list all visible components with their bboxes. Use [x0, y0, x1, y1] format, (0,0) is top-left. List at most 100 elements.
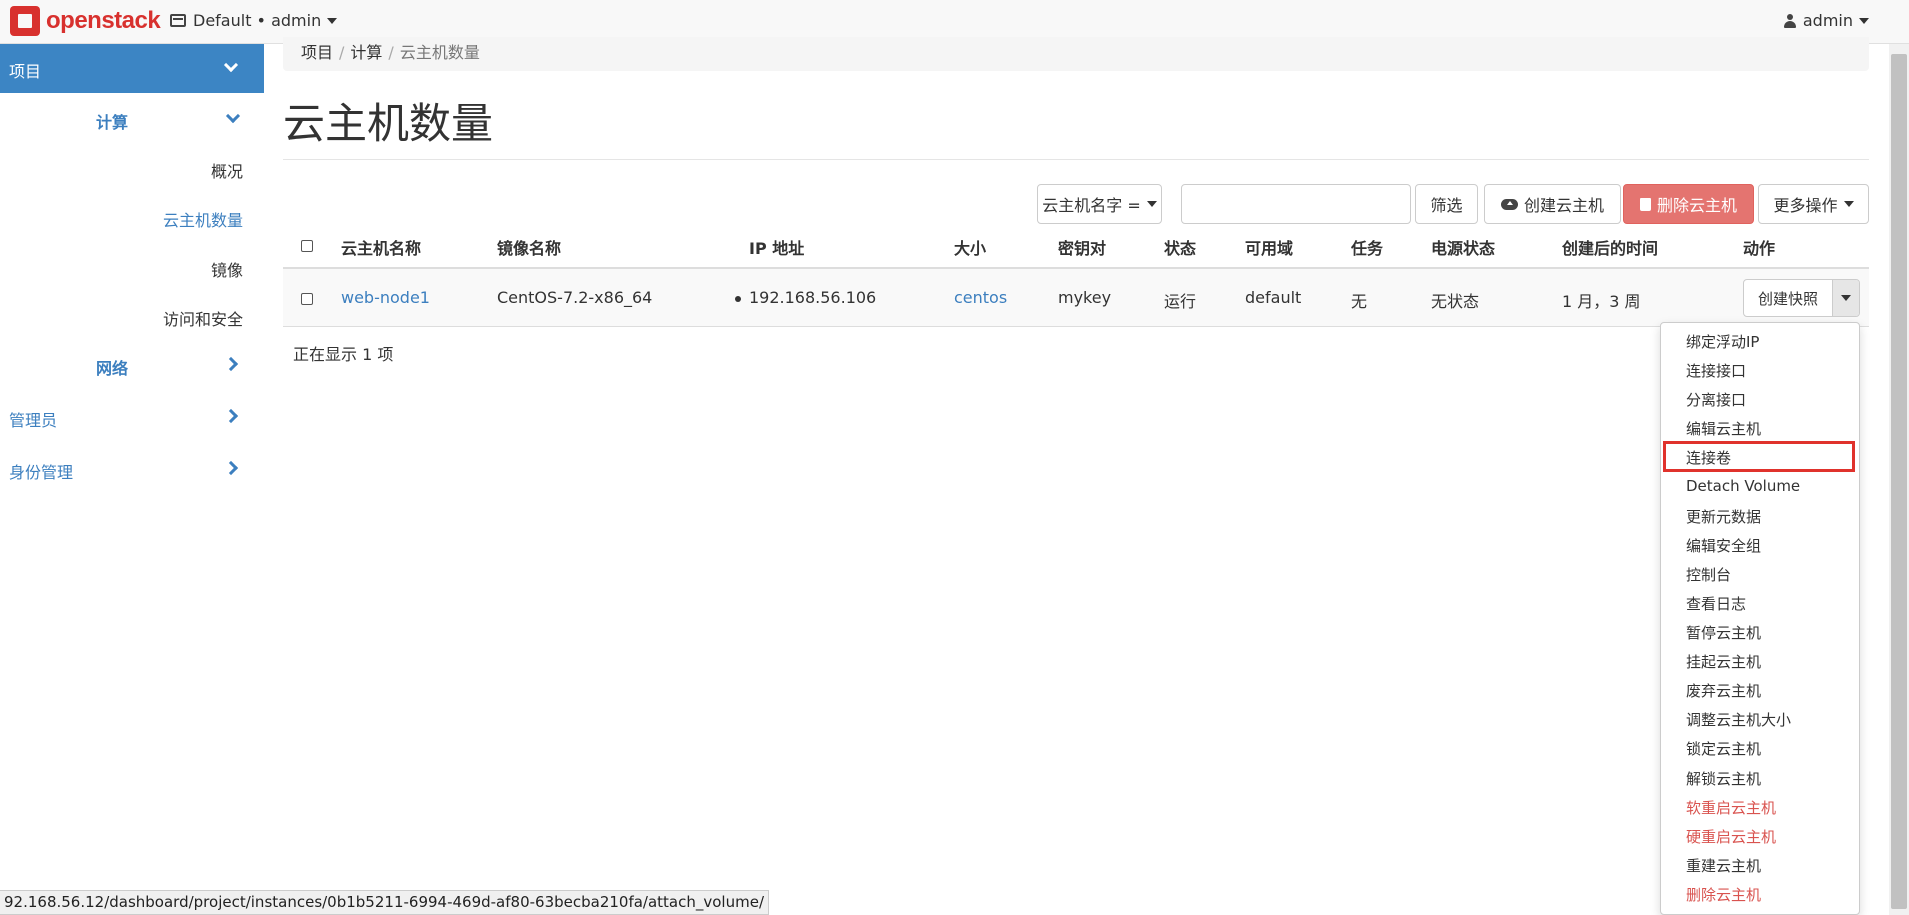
browser-status-url: 92.168.56.12/dashboard/project/instances…: [0, 890, 769, 915]
bullet-icon: [735, 295, 741, 302]
dropdown-menu-item[interactable]: 控制台: [1686, 564, 1731, 585]
title-divider: [283, 159, 1869, 160]
column-header-actions: 动作: [1743, 239, 1776, 258]
breadcrumb-current: 云主机数量: [399, 43, 480, 62]
delete-instances-button[interactable]: 删除云主机: [1623, 184, 1754, 224]
breadcrumb-item[interactable]: 计算: [350, 43, 382, 62]
project-picker-label: Default • admin: [193, 11, 322, 30]
instance-image: CentOS-7.2-x86_64: [497, 288, 653, 307]
instance-age: 1 月，3 周: [1562, 292, 1641, 311]
instance-power: 无状态: [1431, 292, 1480, 311]
sidebar-item-project[interactable]: 项目: [0, 44, 264, 93]
project-picker-dropdown[interactable]: Default • admin: [170, 11, 338, 30]
filter-field-select[interactable]: 云主机名字 =: [1037, 184, 1162, 224]
instance-task: 无: [1351, 292, 1368, 311]
column-header-status[interactable]: 状态: [1164, 235, 1196, 259]
more-actions-button[interactable]: 更多操作: [1758, 184, 1869, 224]
dropdown-menu-item[interactable]: 更新元数据: [1686, 506, 1761, 527]
dropdown-menu-item[interactable]: 解锁云主机: [1686, 768, 1761, 789]
dropdown-menu-item[interactable]: 分离接口: [1686, 389, 1746, 410]
user-menu-label: admin: [1802, 11, 1853, 30]
sidebar-item-images[interactable]: 镜像: [211, 257, 243, 281]
dropdown-menu-item[interactable]: 编辑安全组: [1686, 535, 1761, 556]
dropdown-menu-item[interactable]: 锁定云主机: [1686, 738, 1761, 759]
page-title: 云主机数量: [283, 99, 494, 148]
column-header-age[interactable]: 创建后的时间: [1562, 235, 1658, 259]
caret-down-icon: [327, 17, 338, 24]
dropdown-menu-item[interactable]: 废弃云主机: [1686, 680, 1761, 701]
column-header-ip[interactable]: IP 地址: [749, 235, 804, 259]
sidebar-item-overview[interactable]: 概况: [211, 158, 243, 182]
dropdown-menu-item[interactable]: 连接卷: [1686, 447, 1731, 468]
instance-keypair: mykey: [1058, 288, 1112, 307]
row-actions-split-button: 创建快照: [1743, 279, 1860, 317]
dropdown-menu-item[interactable]: 编辑云主机: [1686, 418, 1761, 439]
table-footer-count: 正在显示 1 项: [293, 345, 394, 364]
dropdown-menu-item[interactable]: 软重启云主机: [1686, 797, 1776, 818]
instance-status: 运行: [1164, 292, 1197, 311]
project-icon: [170, 14, 186, 27]
breadcrumb-item[interactable]: 项目: [301, 43, 333, 62]
column-header-power[interactable]: 电源状态: [1431, 235, 1495, 259]
delete-instances-label: 删除云主机: [1656, 196, 1737, 215]
select-all-checkbox[interactable]: [301, 240, 313, 252]
instance-az: default: [1245, 288, 1302, 307]
chevron-down-icon: [225, 108, 241, 124]
caret-down-icon: [1146, 201, 1157, 207]
row-actions-toggle[interactable]: [1833, 280, 1859, 316]
caret-down-icon: [1859, 17, 1869, 24]
filter-input[interactable]: [1181, 184, 1411, 224]
column-header-image[interactable]: 镜像名称: [497, 235, 561, 259]
chevron-down-icon: [223, 57, 239, 73]
dropdown-menu-item[interactable]: 硬重启云主机: [1686, 826, 1776, 847]
dropdown-menu-item[interactable]: 重建云主机: [1686, 855, 1761, 876]
dropdown-menu-item[interactable]: 绑定浮动IP: [1686, 331, 1759, 352]
row-checkbox[interactable]: [301, 293, 313, 305]
create-instance-button[interactable]: 创建云主机: [1484, 184, 1621, 224]
dropdown-menu-item[interactable]: 连接接口: [1686, 360, 1746, 381]
dropdown-menu-item[interactable]: 暂停云主机: [1686, 622, 1761, 643]
instance-size-link[interactable]: centos: [954, 288, 1007, 307]
sidebar-item-instances[interactable]: 云主机数量: [163, 207, 243, 231]
openstack-logo-icon: [10, 6, 40, 36]
dropdown-menu-item[interactable]: 查看日志: [1686, 593, 1746, 614]
caret-down-icon: [1843, 201, 1854, 207]
user-menu-dropdown[interactable]: admin: [1783, 11, 1869, 30]
sidebar-item-compute[interactable]: 计算: [96, 109, 128, 133]
filter-button[interactable]: 筛选: [1415, 184, 1478, 224]
instance-name-link[interactable]: web-node1: [341, 288, 430, 307]
sidebar-item-access-security[interactable]: 访问和安全: [163, 306, 243, 330]
chevron-right-icon: [223, 408, 239, 424]
sidebar-item-network[interactable]: 网络: [96, 355, 128, 379]
sidebar-item-admin[interactable]: 管理员: [9, 407, 57, 431]
create-instance-label: 创建云主机: [1523, 196, 1604, 215]
brand-logo-link[interactable]: openstack: [10, 6, 161, 36]
sidebar-item-identity[interactable]: 身份管理: [9, 459, 73, 483]
brand-text: openstack: [46, 7, 161, 34]
column-header-az[interactable]: 可用域: [1245, 235, 1293, 259]
chevron-right-icon: [223, 356, 239, 372]
user-icon: [1783, 13, 1796, 28]
dropdown-menu-item[interactable]: 调整云主机大小: [1686, 709, 1791, 730]
cloud-upload-icon: [1500, 198, 1518, 210]
dropdown-menu-item[interactable]: Detach Volume: [1686, 477, 1800, 495]
column-header-task[interactable]: 任务: [1351, 235, 1383, 259]
breadcrumb: 项目 / 计算 / 云主机数量: [283, 37, 1869, 71]
chevron-right-icon: [223, 460, 239, 476]
dropdown-menu-item[interactable]: 挂起云主机: [1686, 651, 1761, 672]
column-header-keypair[interactable]: 密钥对: [1058, 235, 1106, 259]
page-scrollbar[interactable]: [1889, 44, 1909, 915]
dropdown-menu-item[interactable]: 删除云主机: [1686, 884, 1761, 905]
sidebar: 项目 计算 概况 云主机数量 镜像 访问和安全 网络 管理员 身份管理: [0, 44, 264, 915]
scrollbar-thumb[interactable]: [1891, 54, 1907, 909]
create-snapshot-button[interactable]: 创建快照: [1744, 280, 1833, 316]
filter-field-label: 云主机名字 =: [1042, 196, 1141, 215]
instance-ip: 192.168.56.106: [735, 288, 876, 307]
column-header-name[interactable]: 云主机名称: [341, 235, 421, 259]
instance-ip-value: 192.168.56.106: [749, 288, 877, 307]
caret-down-icon: [1841, 295, 1851, 301]
column-header-size[interactable]: 大小: [954, 235, 986, 259]
more-actions-label: 更多操作: [1773, 196, 1838, 215]
trash-icon: [1639, 197, 1651, 211]
sidebar-item-label: 项目: [9, 62, 42, 81]
